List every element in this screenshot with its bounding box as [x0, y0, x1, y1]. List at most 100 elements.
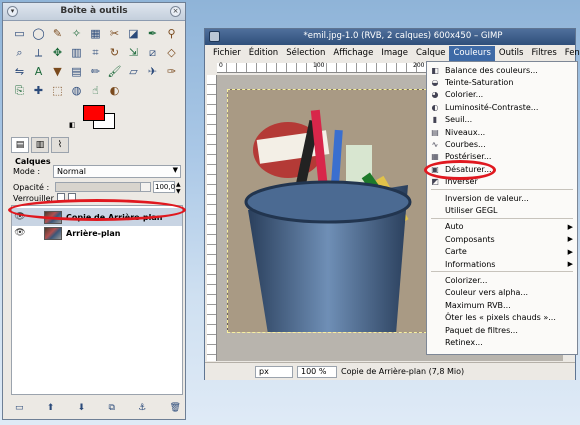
ellipse-select-icon[interactable]: ◯ [30, 25, 47, 42]
foreground-color-swatch[interactable] [83, 105, 105, 121]
menu-item-17[interactable]: Colorizer... [427, 274, 577, 286]
menu-affichage[interactable]: Affichage [329, 46, 377, 62]
toolbox-titlebar[interactable]: ▾ Boîte à outils × [3, 3, 185, 21]
bucket-fill-icon[interactable]: ▼ [49, 63, 66, 80]
foreground-select-icon[interactable]: ◪ [125, 25, 142, 42]
menu-calque[interactable]: Calque [412, 46, 450, 62]
align-icon[interactable]: ▥ [68, 44, 85, 61]
paths-icon[interactable]: ✒ [144, 25, 161, 42]
menu-item-label: Balance des couleurs... [445, 65, 538, 75]
scissors-select-icon[interactable]: ✂ [106, 25, 123, 42]
measure-icon[interactable]: ⟂ [30, 44, 47, 61]
menu-selection[interactable]: Sélection [282, 46, 329, 62]
clone-icon[interactable]: ⎘ [11, 82, 28, 99]
crop-icon[interactable]: ⌗ [87, 44, 104, 61]
menu-item-18[interactable]: Couleur vers alpha... [427, 287, 577, 299]
default-colors-icon[interactable]: ◧ [69, 121, 76, 129]
new-layer-icon[interactable]: ▭ [15, 403, 24, 413]
menubar: Fichier Édition Sélection Affichage Image Cal… [205, 46, 580, 62]
anchor-layer-icon[interactable]: ⚓ [138, 403, 146, 413]
menu-fenetre[interactable]: Fenêtre [561, 46, 580, 62]
menu-item-14[interactable]: Composants ▶ [427, 233, 577, 245]
menu-item-15[interactable]: Carte ▶ [427, 246, 577, 258]
opacity-spinner-icon[interactable]: ▲ ▼ [176, 181, 181, 195]
pencil-icon[interactable]: ✏ [87, 63, 104, 80]
menu-item-22[interactable]: Retinex... [427, 336, 577, 348]
lower-layer-icon[interactable]: ⬇ [78, 403, 86, 413]
delete-layer-icon[interactable]: 🗑 [170, 403, 181, 413]
menu-couleurs[interactable]: Couleurs [449, 46, 495, 62]
tab-channels-icon[interactable]: ▥ [31, 137, 49, 153]
dodge-burn-icon[interactable]: ◐ [106, 82, 123, 99]
image-canvas[interactable] [227, 89, 427, 333]
threshold-icon: ▮ [432, 115, 438, 125]
smudge-icon[interactable]: ☝ [87, 82, 104, 99]
unit-select[interactable]: px [255, 366, 293, 378]
close-icon[interactable]: × [170, 6, 181, 17]
menu-outils[interactable]: Outils [495, 46, 528, 62]
flip-icon[interactable]: ⇋ [11, 63, 28, 80]
perspective-clone-icon[interactable]: ⬚ [49, 82, 66, 99]
ruler-label: 200 [413, 62, 425, 69]
menu-item-20[interactable]: Ôter les « pixels chauds »... [427, 312, 577, 324]
highlight-annotation [8, 199, 186, 221]
colorize-icon: ◕ [431, 90, 439, 100]
opacity-slider-knob[interactable] [140, 183, 150, 191]
menu-item-16[interactable]: Informations ▶ [427, 258, 577, 270]
tab-layers-icon[interactable]: ▤ [11, 137, 29, 153]
fuzzy-select-icon[interactable]: ✧ [68, 25, 85, 42]
menu-item-6[interactable]: ▤ Niveaux... [427, 126, 577, 138]
visibility-eye-icon[interactable]: 👁 [12, 228, 28, 238]
paintbrush-icon[interactable]: 🖌 [106, 63, 123, 80]
zoom-icon[interactable]: ⌕ [11, 44, 28, 61]
shear-icon[interactable]: ⧄ [144, 44, 161, 61]
menu-item-11[interactable]: Inversion de valeur... [427, 192, 577, 204]
menu-item-12[interactable]: Utiliser GEGL [427, 204, 577, 216]
menu-item-2[interactable]: ◒ Teinte-Saturation [427, 76, 577, 88]
menu-item-5[interactable]: ▮ Seuil... [427, 114, 577, 126]
airbrush-icon[interactable]: ✈ [144, 63, 161, 80]
text-icon[interactable]: A [30, 63, 47, 80]
menu-filtres[interactable]: Filtres [527, 46, 560, 62]
free-select-icon[interactable]: ✎ [49, 25, 66, 42]
menu-item-4[interactable]: ◐ Luminosité-Contraste... [427, 101, 577, 113]
menu-item-spacer [430, 326, 440, 335]
layer-thumbnail [44, 226, 62, 240]
menu-item-7[interactable]: ∿ Courbes... [427, 138, 577, 150]
color-select-icon[interactable]: ▦ [87, 25, 104, 42]
menu-item-21[interactable]: Paquet de filtres... [427, 324, 577, 336]
menu-item-3[interactable]: ◕ Colorier... [427, 89, 577, 101]
color-picker-icon[interactable]: ⚲ [163, 25, 180, 42]
scale-icon[interactable]: ⇲ [125, 44, 142, 61]
blur-icon[interactable]: ◍ [68, 82, 85, 99]
zoom-select[interactable]: 100 % [297, 366, 337, 378]
heal-icon[interactable]: ✚ [30, 82, 47, 99]
chevron-down-icon: ▼ [172, 166, 178, 174]
rect-select-icon[interactable]: ▭ [11, 25, 28, 42]
rotate-icon[interactable]: ↻ [106, 44, 123, 61]
raise-layer-icon[interactable]: ⬆ [47, 403, 55, 413]
menu-item-13[interactable]: Auto ▶ [427, 221, 577, 233]
menu-item-label: Teinte-Saturation [445, 77, 514, 87]
layer-row[interactable]: 👁 Arrière-plan [12, 224, 182, 242]
menu-image[interactable]: Image [377, 46, 412, 62]
menu-fichier[interactable]: Fichier [209, 46, 245, 62]
image-titlebar[interactable]: *emil.jpg-1.0 (RVB, 2 calques) 600x450 –… [205, 29, 575, 45]
menu-item-label: Colorier... [445, 90, 484, 100]
perspective-icon[interactable]: ◇ [163, 44, 180, 61]
mode-select[interactable]: Normal ▼ [53, 165, 181, 178]
gradient-icon[interactable]: ▤ [68, 63, 85, 80]
eraser-icon[interactable]: ▱ [125, 63, 142, 80]
menu-item-19[interactable]: Maximum RVB... [427, 299, 577, 311]
duplicate-layer-icon[interactable]: ⧉ [108, 403, 114, 413]
menu-item-spacer [430, 288, 440, 297]
menu-item-1[interactable]: ◧ Balance des couleurs... [427, 64, 577, 76]
tab-paths-icon[interactable]: ⌇ [51, 137, 69, 153]
opacity-input[interactable]: 100,0 [153, 181, 175, 193]
move-icon[interactable]: ✥ [49, 44, 66, 61]
ruler-vertical[interactable] [207, 75, 217, 361]
ink-icon[interactable]: ✑ [163, 63, 180, 80]
menu-item-spacer [430, 301, 440, 310]
menu-edition[interactable]: Édition [245, 46, 282, 62]
opacity-slider[interactable] [55, 182, 151, 192]
